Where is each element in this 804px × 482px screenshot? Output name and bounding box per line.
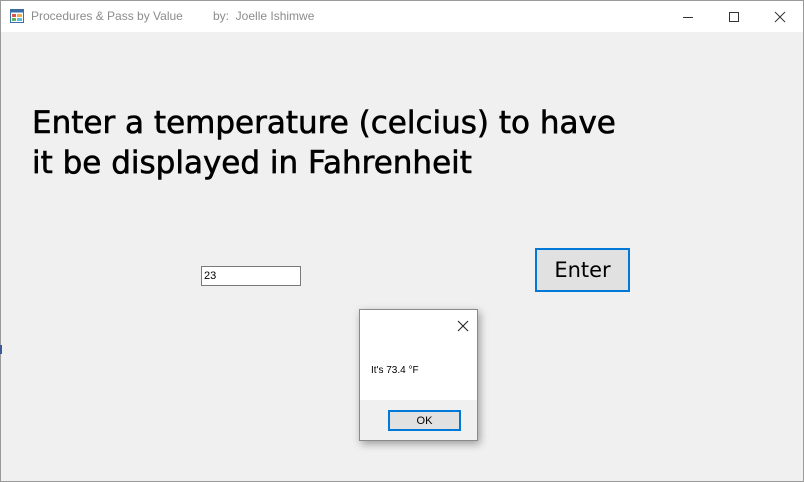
background-edge-mark [0,345,2,354]
close-icon [457,320,469,332]
enter-button[interactable]: Enter [535,248,630,292]
window-author: by: Joelle Ishimwe [213,9,315,23]
ok-button[interactable]: OK [388,410,461,431]
app-window: Procedures & Pass by Value by: Joelle Is… [0,0,804,482]
maximize-icon [729,11,739,22]
message-box-footer: OK [360,400,477,440]
title-bar[interactable]: Procedures & Pass by Value by: Joelle Is… [1,1,803,32]
message-box: It's 73.4 °F OK [359,309,478,441]
message-box-close-button[interactable] [452,315,474,337]
instruction-line-1: Enter a temperature (celcius) to have [32,105,616,142]
app-icon[interactable] [10,9,24,23]
close-button[interactable] [757,1,803,32]
minimize-icon [683,16,693,18]
instruction-line-2: it be displayed in Fahrenheit [32,145,473,182]
message-text: It's 73.4 °F [371,365,419,376]
instruction-heading: Enter a temperature (celcius) to have it… [32,103,732,183]
celsius-input[interactable] [201,266,301,286]
minimize-button[interactable] [665,1,711,32]
close-icon [774,11,786,22]
maximize-button[interactable] [711,1,757,32]
window-title: Procedures & Pass by Value [31,9,183,23]
